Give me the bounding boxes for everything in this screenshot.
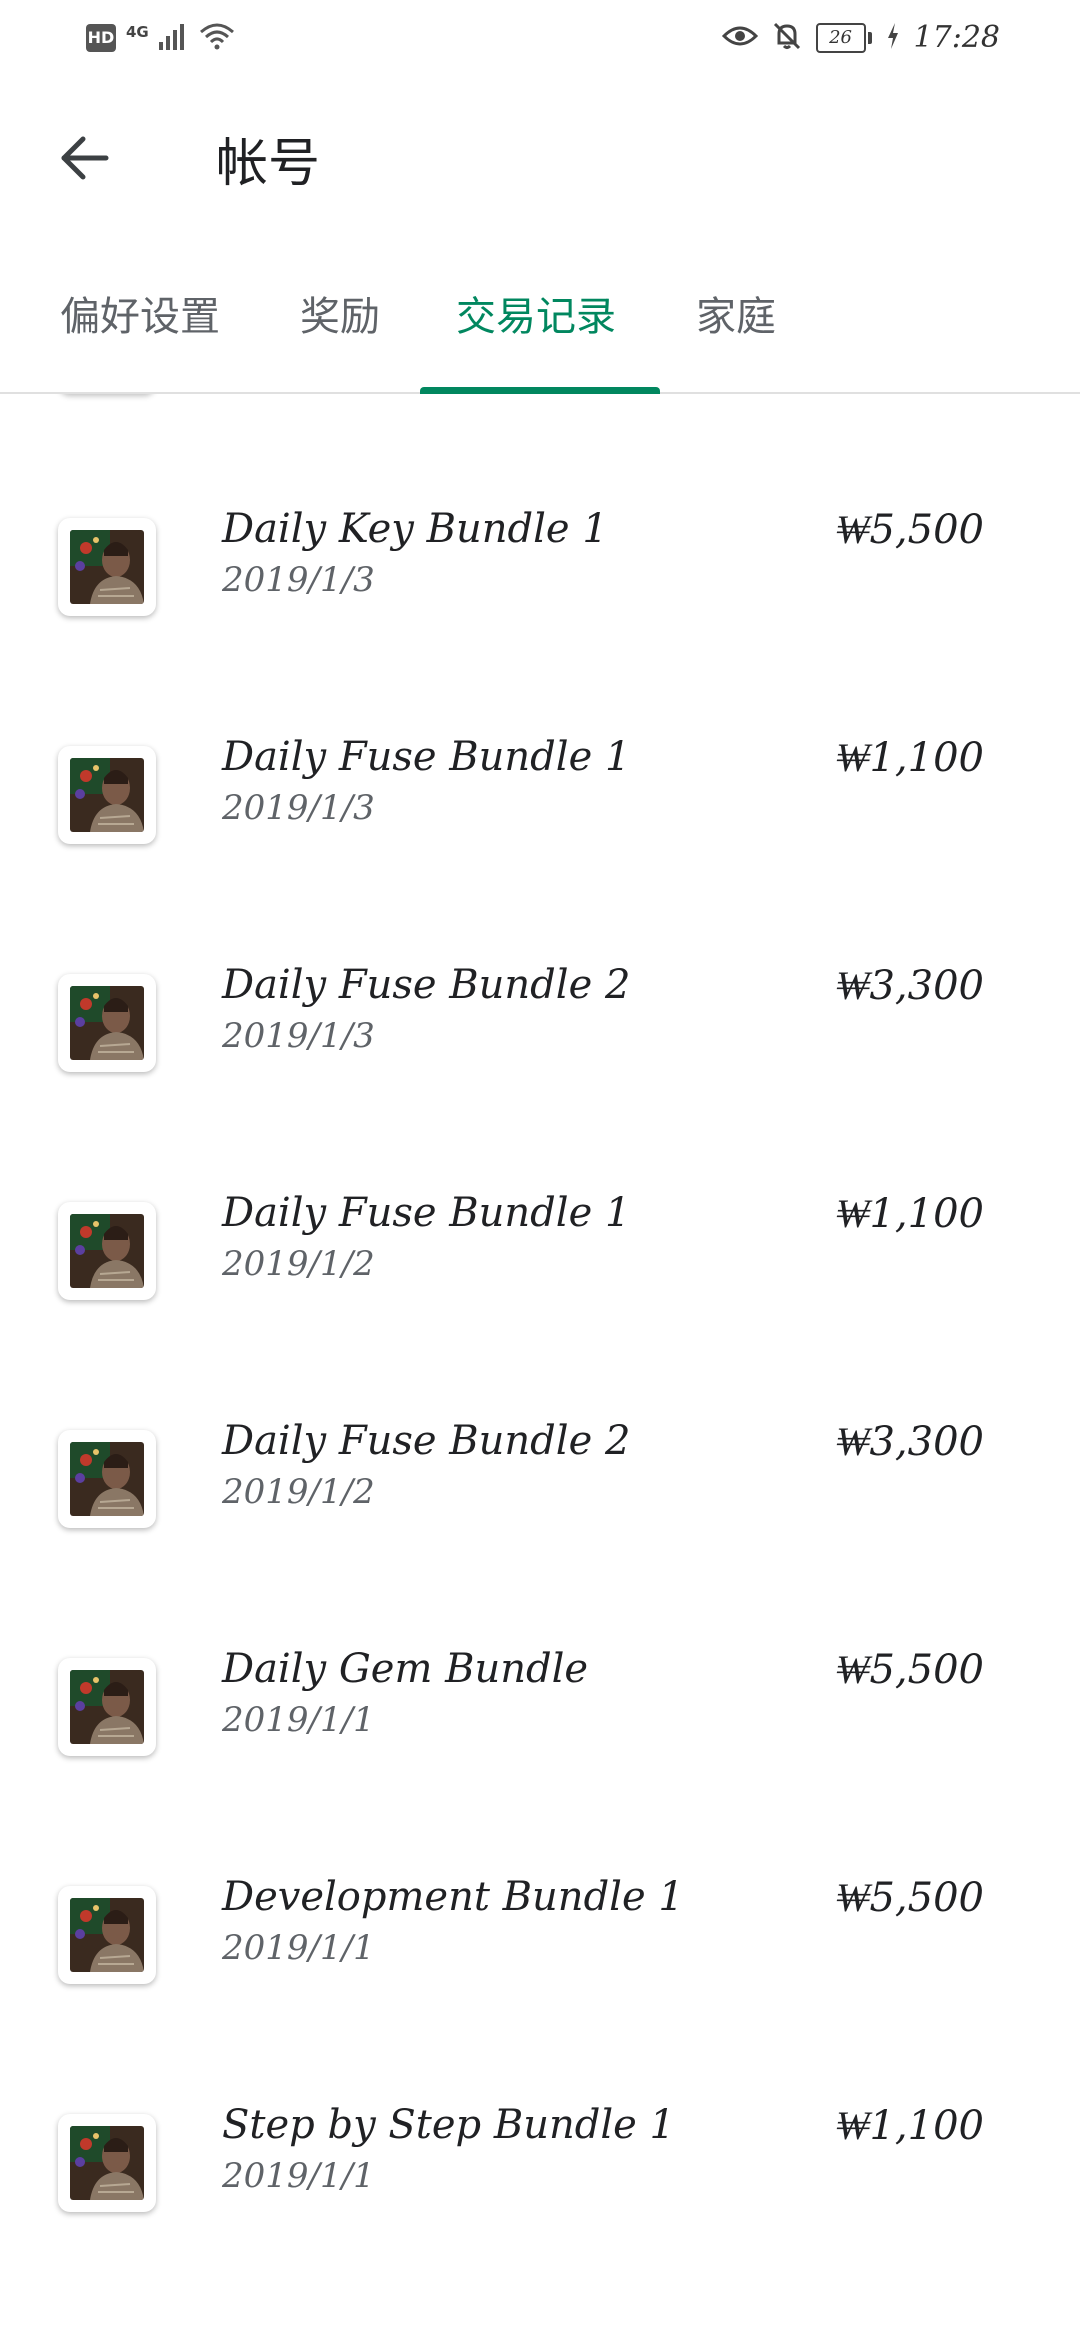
battery-level: 26	[815, 22, 866, 53]
status-right: 26 17:28	[721, 20, 1000, 55]
tab-label: 交易记录	[456, 294, 616, 340]
game-artwork-icon	[70, 1670, 144, 1744]
game-artwork-icon	[70, 2126, 144, 2200]
item-name: Development Bundle 1	[222, 1874, 684, 1920]
item-name: Daily Gem Bundle	[222, 1646, 589, 1692]
item-name: Daily Fuse Bundle 1	[222, 1190, 631, 1236]
transaction-row[interactable]: Daily Fuse Bundle 2 2019/1/3 ₩3,300	[0, 844, 1080, 1072]
arrow-left-icon	[56, 130, 112, 190]
item-date: 2019/1/1	[222, 1700, 375, 1740]
item-date: 2019/1/2	[222, 1244, 375, 1284]
item-name: Daily Fuse Bundle 1	[222, 734, 631, 780]
app-icon	[58, 1202, 156, 1300]
hd-icon: HD	[86, 24, 116, 52]
bell-off-icon	[772, 21, 802, 55]
item-price: ₩5,500	[836, 1647, 984, 1693]
status-time: 17:28	[913, 20, 1000, 55]
item-name: Step by Step Bundle 1	[222, 2102, 676, 2148]
game-artwork-icon	[70, 986, 144, 1060]
item-date: 2019/1/3	[222, 788, 375, 828]
game-artwork-icon	[70, 1442, 144, 1516]
app-icon	[58, 1430, 156, 1528]
tab-label: 偏好设置	[60, 294, 220, 340]
item-name: Daily Fuse Bundle 2	[222, 1418, 631, 1464]
app-icon	[58, 518, 156, 616]
game-artwork-icon	[70, 530, 144, 604]
charging-icon	[886, 22, 900, 54]
item-name: Daily Fuse Bundle 2	[222, 962, 631, 1008]
active-tab-indicator	[420, 387, 660, 394]
item-date: 2019/1/1	[222, 1928, 375, 1968]
item-price: ₩1,100	[836, 1191, 984, 1237]
tab-preferences[interactable]: 偏好设置	[60, 262, 220, 392]
app-icon	[58, 1658, 156, 1756]
item-date: 2019/1/3	[222, 560, 375, 600]
transaction-list[interactable]: Daily Key Bundle 1 2019/1/3 ₩5,500 Daily…	[0, 394, 1080, 2340]
tab-label: 家庭	[696, 294, 776, 340]
battery-icon: 26	[815, 22, 872, 53]
tab-family[interactable]: 家庭	[696, 262, 776, 392]
app-icon	[58, 2114, 156, 2212]
tab-label: 奖励	[300, 294, 380, 340]
game-artwork-icon	[70, 758, 144, 832]
eye-icon	[721, 22, 758, 54]
item-name: Daily Key Bundle 1	[222, 506, 608, 552]
item-date: 2019/1/1	[222, 2156, 375, 2196]
item-date: 2019/1/2	[222, 1472, 375, 1512]
transaction-row[interactable]: Development Bundle 1 2019/1/1 ₩5,500	[0, 1756, 1080, 1984]
game-artwork-icon	[70, 1898, 144, 1972]
item-price: ₩3,300	[836, 1419, 984, 1465]
item-price: ₩5,500	[836, 1875, 984, 1921]
tab-rewards[interactable]: 奖励	[300, 262, 380, 392]
network-type-label: 4G	[126, 23, 149, 41]
transaction-row[interactable]: Daily Fuse Bundle 2 2019/1/2 ₩3,300	[0, 1300, 1080, 1528]
wifi-icon	[199, 22, 235, 54]
status-left: HD 4G	[86, 22, 235, 54]
app-icon	[58, 746, 156, 844]
transaction-row[interactable]: Step by Step Bundle 1 2019/1/1 ₩1,100	[0, 1984, 1080, 2212]
signal-icon	[158, 22, 189, 54]
tab-bar: 偏好设置 奖励 交易记录 家庭	[0, 262, 1080, 394]
status-bar: HD 4G 26 17:28	[0, 0, 1080, 84]
transaction-row[interactable]: Daily Gem Bundle 2019/1/1 ₩5,500	[0, 1528, 1080, 1756]
game-artwork-icon	[70, 1214, 144, 1288]
transaction-row[interactable]: Daily Fuse Bundle 1 2019/1/2 ₩1,100	[0, 1072, 1080, 1300]
transaction-row[interactable]: Daily Key Bundle 1 2019/1/3 ₩5,500	[0, 394, 1080, 616]
app-header: 帐号	[0, 84, 1080, 244]
tab-order-history[interactable]: 交易记录	[456, 262, 616, 392]
back-button[interactable]	[48, 124, 120, 196]
transaction-row[interactable]: Daily Fuse Bundle 1 2019/1/3 ₩1,100	[0, 616, 1080, 844]
page-title: 帐号	[216, 134, 321, 194]
app-icon	[58, 1886, 156, 1984]
item-price: ₩3,300	[836, 963, 984, 1009]
item-price: ₩5,500	[836, 507, 984, 553]
item-date: 2019/1/3	[222, 1016, 375, 1056]
app-icon	[58, 974, 156, 1072]
item-price: ₩1,100	[836, 735, 984, 781]
item-price: ₩1,100	[836, 2103, 984, 2149]
